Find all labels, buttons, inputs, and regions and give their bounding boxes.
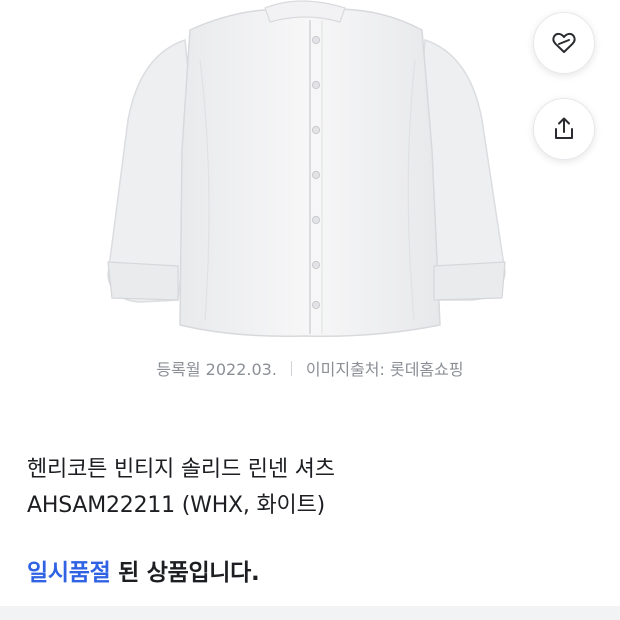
image-meta: 등록월 2022.03. 이미지출처: 롯데홈쇼핑 <box>0 356 620 380</box>
share-icon <box>555 117 573 139</box>
sold-out-label: 일시품절 <box>27 560 111 586</box>
image-source: 이미지출처: 롯데홈쇼핑 <box>305 360 464 379</box>
shirt-illustration <box>107 0 506 337</box>
product-title-line2: AHSAM22211 (WHX, 화이트) <box>27 493 326 518</box>
stock-status-text: 된 상품입니다. <box>110 560 260 586</box>
product-image <box>0 0 620 345</box>
meta-divider <box>290 360 292 376</box>
section-divider <box>0 606 620 620</box>
product-title-line1: 헨리코튼 빈티지 솔리드 린넨 셔츠 <box>27 457 335 482</box>
product-detail-page: 등록월 2022.03. 이미지출처: 롯데홈쇼핑 헨리코튼 빈티지 솔리드 린… <box>0 0 620 620</box>
product-title: 헨리코튼 빈티지 솔리드 린넨 셔츠 AHSAM22211 (WHX, 화이트) <box>27 452 597 524</box>
stock-status: 일시품절 된 상품입니다. <box>27 553 260 587</box>
wishlist-button[interactable] <box>533 12 595 74</box>
heart-icon <box>552 32 576 53</box>
share-button[interactable] <box>533 98 595 160</box>
registration-date: 등록월 2022.03. <box>156 360 277 379</box>
